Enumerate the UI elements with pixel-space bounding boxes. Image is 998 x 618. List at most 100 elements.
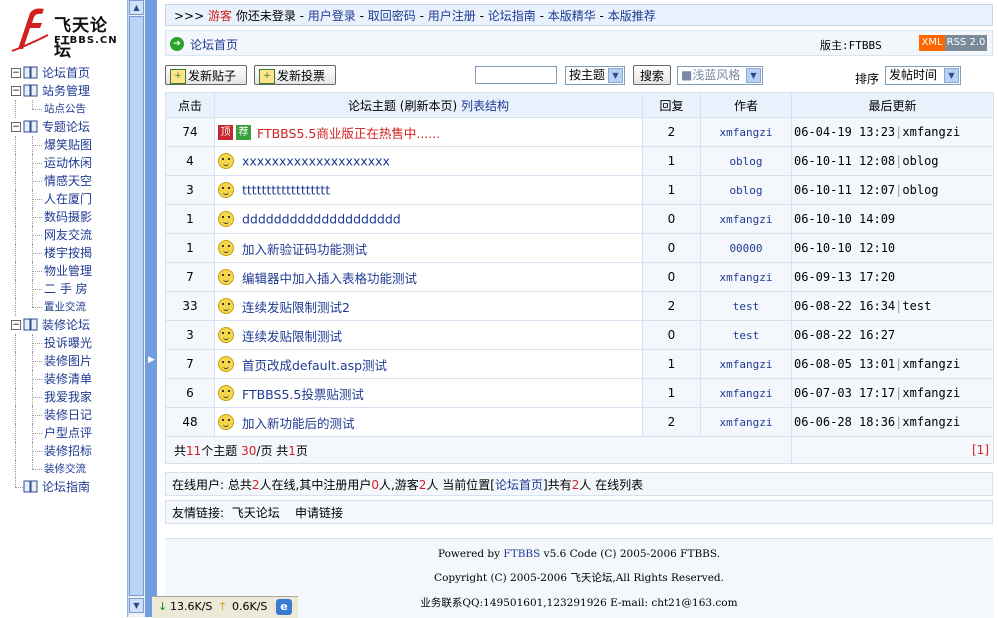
tree-child-item[interactable]: 装修招标 xyxy=(10,442,126,460)
topic-link[interactable]: FTBBS5.5投票贴测试 xyxy=(242,387,364,402)
tree-child-item[interactable]: 装修日记 xyxy=(10,406,126,424)
tree-scrollbar[interactable]: ▲ ▼ xyxy=(128,0,145,617)
ie-icon[interactable]: e xyxy=(276,599,292,615)
reply-count: 0 xyxy=(642,233,701,263)
page-1-link[interactable]: [1] xyxy=(972,443,989,457)
topic-link[interactable]: 首页改成default.asp测试 xyxy=(242,358,387,373)
tree-child-item[interactable]: 二 手 房 xyxy=(10,280,126,298)
nav-login[interactable]: 用户登录 xyxy=(308,9,356,23)
list-structure-link[interactable]: 列表结构 xyxy=(461,99,509,113)
author-link[interactable]: oblog xyxy=(729,184,762,197)
author-link[interactable]: 00000 xyxy=(729,242,762,255)
friend-links-bar: 友情链接: 飞天论坛 申请链接 xyxy=(165,500,993,524)
tree-child-item[interactable]: 户型点评 xyxy=(10,424,126,442)
scroll-down-icon[interactable]: ▼ xyxy=(129,598,144,613)
tree-child-item[interactable]: 楼宇按揭 xyxy=(10,244,126,262)
logo-f-icon xyxy=(11,8,49,52)
collapse-icon[interactable]: − xyxy=(11,320,21,330)
author-link[interactable]: xmfangzi xyxy=(720,416,773,429)
tree-child-item[interactable]: 物业管理 xyxy=(10,262,126,280)
nav-essence[interactable]: 本版精华 xyxy=(548,9,596,23)
tree-node[interactable]: − 站务管理 xyxy=(10,82,126,100)
topic-link[interactable]: 连续发贴限制测试 xyxy=(242,329,342,344)
chevron-down-icon[interactable]: ▼ xyxy=(944,68,959,83)
tree-child-item[interactable]: 我爱我家 xyxy=(10,388,126,406)
toolbar: + 发新贴子 + 发新投票 按主题 ▼ 搜索 ■浅蓝风格 ▼ 排序 发帖时间 ▼ xyxy=(165,64,993,88)
nav-guide[interactable]: 论坛指南 xyxy=(488,9,536,23)
frame-splitter[interactable]: ▶ xyxy=(145,0,157,617)
author-link[interactable]: test xyxy=(733,329,760,342)
ftbbs-link[interactable]: FTBBS xyxy=(503,548,540,560)
chevron-down-icon[interactable]: ▼ xyxy=(608,68,623,83)
topic-link[interactable]: 加入新验证码功能测试 xyxy=(242,242,367,257)
last-update-user[interactable]: test xyxy=(902,299,931,313)
search-button[interactable]: 搜索 xyxy=(633,65,671,85)
last-update-user[interactable]: xmfangzi xyxy=(902,357,960,371)
new-post-button[interactable]: + 发新贴子 xyxy=(165,65,247,85)
tree-node[interactable]: 论坛指南 xyxy=(10,478,126,496)
style-select[interactable]: ■浅蓝风格 ▼ xyxy=(677,66,763,85)
status-bar: ↓ 13.6K/S ↑ 0.6K/S e xyxy=(152,596,298,618)
rss-badge[interactable]: RSS 2.0 xyxy=(945,35,987,51)
last-update-user[interactable]: xmfangzi xyxy=(902,415,960,429)
author-link[interactable]: test xyxy=(733,300,760,313)
apply-link[interactable]: 申请链接 xyxy=(295,506,343,520)
nav-register[interactable]: 用户注册 xyxy=(428,9,476,23)
last-update-user[interactable]: oblog xyxy=(902,183,938,197)
tree-toggle-icon[interactable]: − xyxy=(11,68,21,78)
breadcrumb-home[interactable]: 论坛首页 xyxy=(190,36,238,53)
table-row: 74 顶荐 FTBBS5.5商业版正在热售中...... 2 xmfangzi 06-04… xyxy=(165,117,994,147)
online-users-bar: 在线用户: 总共2人在线,其中注册用户0人,游客2人 当前位置[论坛首页]共有2… xyxy=(165,472,993,496)
site-logo[interactable]: 飞天论坛 FTBBS.CN xyxy=(10,5,120,61)
last-update-user[interactable]: oblog xyxy=(902,154,938,168)
pagination-row: 共11个主题 30/页 共1页 [1] xyxy=(165,436,994,464)
tree-child-item[interactable]: 网友交流 xyxy=(10,226,126,244)
last-update-user[interactable]: xmfangzi xyxy=(902,386,960,400)
tree-child-item[interactable]: 数码摄影 xyxy=(10,208,126,226)
online-location-link[interactable]: 论坛首页 xyxy=(495,478,543,492)
tree-child-item[interactable]: 爆笑贴图 xyxy=(10,136,126,154)
tree-node[interactable]: − 装修论坛 xyxy=(10,316,126,334)
topic-link[interactable]: dddddddddddddddddddd xyxy=(242,212,401,227)
click-count: 3 xyxy=(165,320,215,350)
tree-node[interactable]: − 论坛首页 xyxy=(10,64,126,82)
author-link[interactable]: xmfangzi xyxy=(720,126,773,139)
scroll-thumb[interactable] xyxy=(129,16,144,596)
tree-node[interactable]: − 专题论坛 xyxy=(10,118,126,136)
topic-link[interactable]: 加入新功能后的测试 xyxy=(242,416,355,431)
tree-child-item[interactable]: 站点公告 xyxy=(10,100,126,118)
collapse-arrow-icon[interactable]: ▶ xyxy=(148,355,155,365)
tree-child-item[interactable]: 投诉曝光 xyxy=(10,334,126,352)
tree-child-item[interactable]: 情感天空 xyxy=(10,172,126,190)
search-scope-select[interactable]: 按主题 ▼ xyxy=(565,66,625,85)
nav-recommend[interactable]: 本版推荐 xyxy=(608,9,656,23)
tree-child-item[interactable]: 装修图片 xyxy=(10,352,126,370)
nav-get-password[interactable]: 取回密码 xyxy=(368,9,416,23)
friend-link-ftbbs[interactable]: 飞天论坛 xyxy=(232,506,280,520)
last-update-user[interactable]: xmfangzi xyxy=(902,125,960,139)
topic-link[interactable]: tttttttttttttttttt xyxy=(242,183,330,198)
chevron-down-icon[interactable]: ▼ xyxy=(746,68,761,83)
topic-cell: FTBBS5.5投票贴测试 xyxy=(214,378,643,408)
collapse-icon[interactable]: − xyxy=(11,122,21,132)
tree-child-item[interactable]: 装修交流 xyxy=(10,460,126,478)
new-poll-button[interactable]: + 发新投票 xyxy=(254,65,336,85)
tree-child-item[interactable]: 运动休闲 xyxy=(10,154,126,172)
topic-link[interactable]: FTBBS5.5商业版正在热售中...... xyxy=(257,126,440,141)
tree-child-item[interactable]: 置业交流 xyxy=(10,298,126,316)
author-link[interactable]: xmfangzi xyxy=(720,271,773,284)
tree-child-item[interactable]: 人在厦门 xyxy=(10,190,126,208)
sort-select[interactable]: 发帖时间 ▼ xyxy=(885,66,961,85)
xml-badge[interactable]: XML xyxy=(919,35,945,51)
search-input[interactable] xyxy=(475,66,557,84)
topic-link[interactable]: 编辑器中加入插入表格功能测试 xyxy=(242,271,417,286)
scroll-up-icon[interactable]: ▲ xyxy=(129,0,144,15)
topic-link[interactable]: 连续发贴限制测试2 xyxy=(242,300,350,315)
author-link[interactable]: xmfangzi xyxy=(720,213,773,226)
tree-child-item[interactable]: 装修清单 xyxy=(10,370,126,388)
author-link[interactable]: xmfangzi xyxy=(720,387,773,400)
author-link[interactable]: xmfangzi xyxy=(720,358,773,371)
author-link[interactable]: oblog xyxy=(729,155,762,168)
topic-link[interactable]: xxxxxxxxxxxxxxxxxxxx xyxy=(242,154,390,169)
collapse-icon[interactable]: − xyxy=(11,86,21,96)
